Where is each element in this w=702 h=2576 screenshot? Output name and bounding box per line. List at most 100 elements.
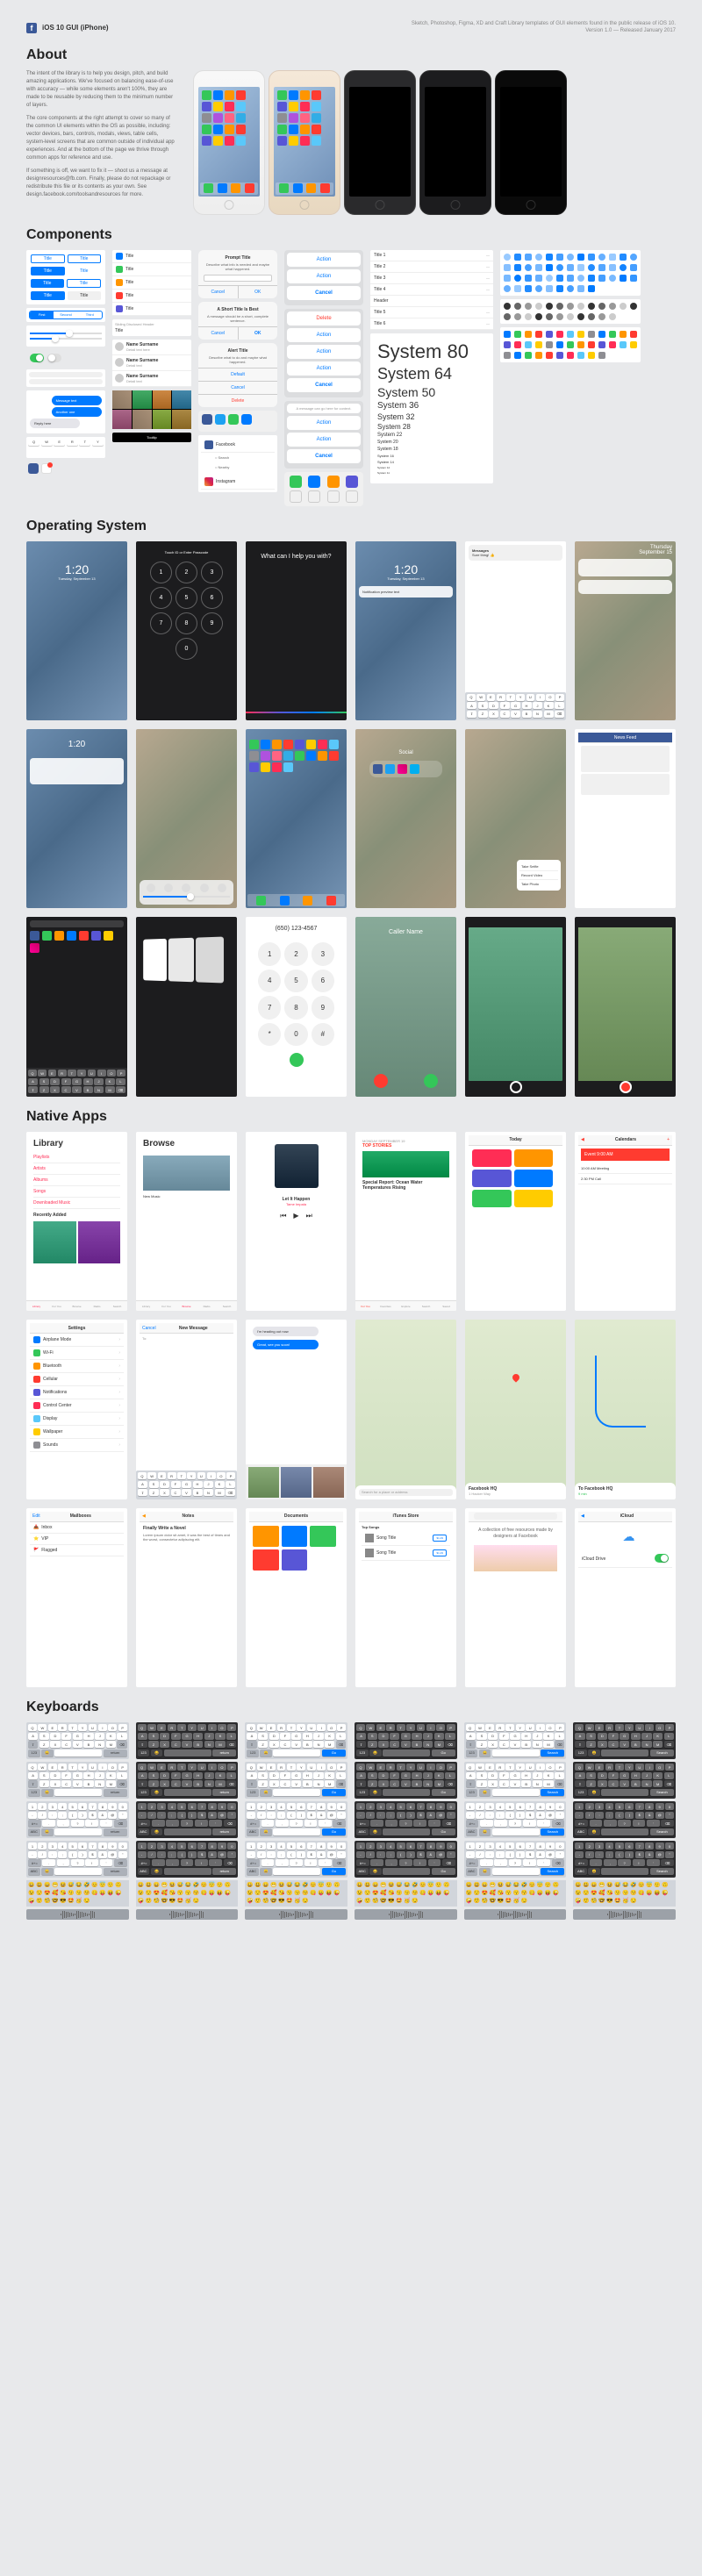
table-row[interactable]: Title 2— bbox=[370, 261, 493, 273]
key[interactable]: $ bbox=[526, 1851, 534, 1858]
key[interactable]: ' bbox=[100, 1820, 113, 1827]
key[interactable]: 1 bbox=[138, 1803, 147, 1810]
key[interactable]: 8 bbox=[426, 1803, 435, 1810]
emoji-key[interactable]: 😊 bbox=[201, 1882, 208, 1889]
app-icon[interactable] bbox=[280, 896, 290, 905]
key[interactable]: Q bbox=[138, 1472, 147, 1479]
emoji-key[interactable]: 😌 bbox=[474, 1890, 481, 1897]
alert-cancel[interactable]: Cancel bbox=[198, 286, 238, 298]
key[interactable]: Z bbox=[476, 1741, 486, 1748]
key[interactable]: 7 bbox=[526, 1843, 534, 1850]
keyboard-dictation[interactable] bbox=[464, 1909, 567, 1920]
key[interactable]: B bbox=[303, 1780, 312, 1787]
key[interactable]: ABC bbox=[247, 1828, 259, 1835]
key[interactable]: ; bbox=[277, 1851, 286, 1858]
key[interactable]: B bbox=[303, 1741, 312, 1748]
key[interactable]: U bbox=[88, 1070, 97, 1077]
key[interactable]: $ bbox=[417, 1851, 426, 1858]
key[interactable]: @ bbox=[436, 1851, 445, 1858]
key[interactable]: O bbox=[546, 1724, 555, 1731]
key[interactable]: & bbox=[208, 1851, 217, 1858]
emoji-key[interactable]: 😀 bbox=[28, 1882, 35, 1889]
app-icon[interactable] bbox=[272, 762, 282, 772]
key[interactable]: @ bbox=[546, 1851, 555, 1858]
button[interactable]: Title bbox=[31, 291, 65, 300]
key[interactable]: - bbox=[138, 1851, 147, 1858]
emoji-key[interactable]: 😍 bbox=[44, 1890, 51, 1897]
widget[interactable] bbox=[578, 580, 672, 594]
key[interactable]: / bbox=[147, 1851, 156, 1858]
button[interactable]: Title bbox=[31, 279, 64, 288]
list-item[interactable]: Name SurnameDetail text bbox=[112, 355, 191, 371]
key[interactable]: Q bbox=[28, 439, 39, 446]
key[interactable]: K bbox=[543, 1772, 553, 1779]
key[interactable]: : bbox=[485, 1851, 494, 1858]
action-sheet-item[interactable]: Action bbox=[287, 361, 361, 376]
app-icon[interactable] bbox=[272, 751, 282, 761]
key[interactable] bbox=[383, 1750, 430, 1757]
emoji-key[interactable]: 😙 bbox=[75, 1890, 82, 1897]
key[interactable]: ⌫ bbox=[555, 711, 564, 718]
key[interactable]: 7 bbox=[197, 1803, 206, 1810]
key[interactable]: G bbox=[510, 1733, 519, 1740]
key[interactable]: ⌫ bbox=[445, 1741, 455, 1748]
emoji-key[interactable]: 🙂 bbox=[435, 1882, 442, 1889]
emoji-key[interactable]: 🤨 bbox=[583, 1898, 590, 1905]
key[interactable]: ) bbox=[406, 1851, 415, 1858]
key[interactable]: ⌫ bbox=[442, 1820, 455, 1827]
key[interactable]: 0 bbox=[665, 1843, 674, 1850]
emoji-key[interactable]: 🥰 bbox=[490, 1890, 497, 1897]
key[interactable]: T bbox=[177, 1764, 186, 1771]
key[interactable]: X bbox=[378, 1741, 388, 1748]
key[interactable]: O bbox=[217, 1472, 226, 1479]
key[interactable]: Q bbox=[575, 1764, 584, 1771]
key[interactable]: ⇧ bbox=[28, 1741, 38, 1748]
key[interactable]: I bbox=[536, 694, 545, 701]
key[interactable]: K bbox=[543, 1733, 553, 1740]
key[interactable]: : bbox=[48, 1851, 57, 1858]
key[interactable]: I bbox=[207, 1472, 216, 1479]
key[interactable]: F bbox=[499, 1772, 509, 1779]
emoji-key[interactable]: 😍 bbox=[482, 1890, 489, 1897]
key[interactable]: O bbox=[107, 1070, 116, 1077]
key[interactable]: ABC bbox=[466, 1868, 478, 1875]
key[interactable]: ; bbox=[386, 1851, 395, 1858]
emoji-key[interactable]: 😛 bbox=[537, 1890, 544, 1897]
key[interactable]: 😀 bbox=[151, 1750, 163, 1757]
emoji-key[interactable]: 😅 bbox=[177, 1882, 184, 1889]
key[interactable]: Search bbox=[650, 1750, 674, 1757]
key[interactable]: 4 bbox=[386, 1843, 395, 1850]
emoji-key[interactable]: 😅 bbox=[505, 1882, 512, 1889]
action-sheet-item[interactable]: Action bbox=[287, 433, 361, 447]
key[interactable]: Go bbox=[432, 1828, 455, 1835]
key[interactable]: ⇧ bbox=[247, 1780, 256, 1787]
app-icon[interactable] bbox=[279, 183, 289, 193]
key[interactable]: K bbox=[653, 1733, 663, 1740]
key[interactable]: I bbox=[426, 1764, 435, 1771]
key[interactable]: 2 bbox=[366, 1803, 375, 1810]
key[interactable]: V bbox=[182, 1741, 191, 1748]
key[interactable]: O bbox=[108, 1724, 117, 1731]
passcode-key[interactable]: 0 bbox=[176, 638, 197, 660]
key[interactable]: C bbox=[61, 1780, 71, 1787]
key[interactable]: 2 bbox=[257, 1843, 266, 1850]
key[interactable]: 5 bbox=[397, 1843, 405, 1850]
emoji-key[interactable]: 😁 bbox=[598, 1882, 605, 1889]
key[interactable]: 2 bbox=[585, 1843, 594, 1850]
key[interactable]: ( bbox=[287, 1851, 296, 1858]
key[interactable]: & bbox=[536, 1812, 545, 1819]
activity-icon[interactable] bbox=[290, 476, 302, 488]
app-icon[interactable] bbox=[249, 751, 259, 761]
key[interactable]: Z bbox=[478, 711, 488, 718]
key[interactable] bbox=[54, 1789, 102, 1796]
next-icon[interactable]: ⏭ bbox=[306, 1212, 312, 1220]
key[interactable]: ) bbox=[625, 1812, 634, 1819]
key[interactable]: K bbox=[215, 1481, 225, 1488]
key[interactable]: J bbox=[423, 1772, 433, 1779]
key[interactable]: ( bbox=[615, 1812, 624, 1819]
key[interactable]: Go bbox=[432, 1750, 455, 1757]
key[interactable]: - bbox=[575, 1851, 584, 1858]
key[interactable]: C bbox=[500, 711, 510, 718]
text-field[interactable] bbox=[29, 379, 103, 384]
key[interactable]: V bbox=[291, 1741, 301, 1748]
